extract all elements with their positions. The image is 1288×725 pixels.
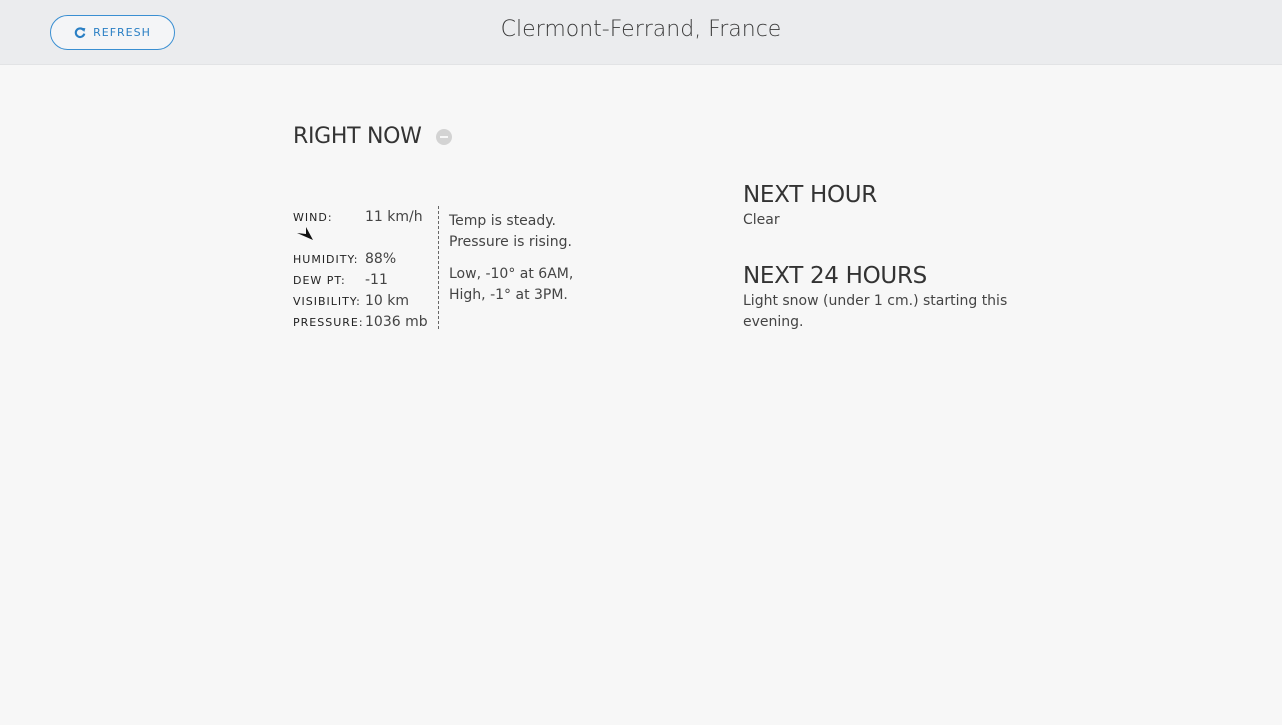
next-hour-text: Clear — [743, 212, 780, 228]
low-forecast: Low, -10° at 6AM, — [449, 266, 574, 282]
wind-label: WIND: — [293, 211, 333, 224]
trend-summary: Temp is steady. Pressure is rising. Low,… — [449, 211, 629, 306]
scrollbar-gutter — [1282, 0, 1288, 725]
next-hour-heading: NEXT HOUR — [743, 182, 877, 208]
wind-value: 11 km/h — [365, 209, 423, 225]
humidity-row: HUMIDITY: 88% — [293, 251, 396, 267]
visibility-row: VISIBILITY: 10 km — [293, 293, 409, 309]
dew-point-row: DEW PT: -11 — [293, 272, 388, 288]
next-24-hours-heading: NEXT 24 HOURS — [743, 263, 927, 289]
right-now-heading: RIGHT NOW — [293, 124, 452, 149]
high-forecast: High, -1° at 3PM. — [449, 287, 568, 303]
dew-point-value: -11 — [365, 272, 388, 288]
pressure-row: PRESSURE: 1036 mb — [293, 314, 428, 330]
location-title: Clermont-Ferrand, France — [500, 17, 782, 42]
wind-direction-arrow-icon — [297, 227, 313, 240]
minus-circle-icon[interactable] — [435, 128, 452, 145]
humidity-value: 88% — [365, 251, 397, 267]
humidity-label: HUMIDITY: — [293, 253, 359, 266]
pressure-label: PRESSURE: — [293, 316, 364, 329]
visibility-value: 10 km — [365, 293, 410, 309]
right-now-title: RIGHT NOW — [293, 124, 422, 149]
pressure-trend: Pressure is rising. — [449, 234, 572, 250]
next-24-hours-text: Light snow (under 1 cm.) starting this e… — [743, 293, 1008, 330]
top-bar: REFRESH Clermont-Ferrand, France — [0, 0, 1282, 65]
wind-row: WIND: 11 km/h — [293, 209, 423, 225]
visibility-label: VISIBILITY: — [293, 295, 361, 308]
temp-trend: Temp is steady. — [449, 213, 556, 229]
pressure-value: 1036 mb — [365, 314, 428, 330]
dew-point-label: DEW PT: — [293, 274, 346, 287]
current-conditions: WIND: 11 km/h HUMIDITY: 88% DEW PT: -11 … — [293, 206, 439, 330]
